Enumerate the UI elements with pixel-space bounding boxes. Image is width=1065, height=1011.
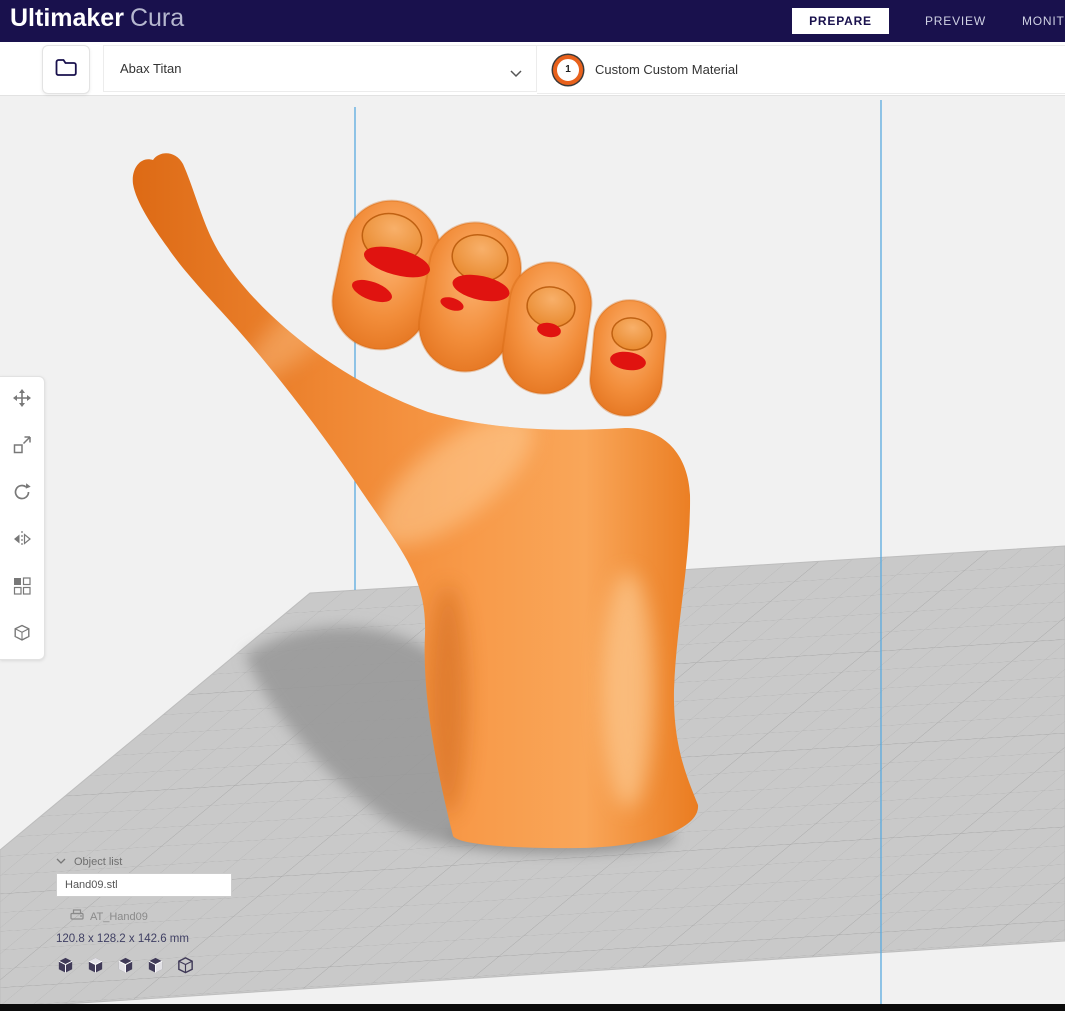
brand-ultimaker: Ultimaker <box>10 4 124 32</box>
scale-icon <box>12 435 32 460</box>
tab-prepare[interactable]: PREPARE <box>792 8 889 34</box>
chevron-down-icon <box>56 856 66 868</box>
model-icons-row <box>56 956 266 980</box>
cube-right-icon[interactable] <box>146 956 165 980</box>
cura-window: UltimakerCura PREPARE PREVIEW MONITOR Ab… <box>0 0 1065 1011</box>
extruder-number: 1 <box>565 64 571 75</box>
assigned-printer-label: AT_Hand09 <box>90 910 148 923</box>
tab-preview[interactable]: PREVIEW <box>925 14 986 28</box>
open-file-button[interactable] <box>42 45 90 94</box>
scale-tool-button[interactable] <box>0 424 44 471</box>
material-name: Custom Custom Material <box>595 62 739 77</box>
object-list-title: Object list <box>74 856 123 868</box>
bottom-bar <box>0 1004 1065 1011</box>
rotate-tool-button[interactable] <box>0 471 44 518</box>
mirror-tool-button[interactable] <box>0 518 44 565</box>
support-blocker-icon <box>12 623 32 648</box>
move-tool-button[interactable] <box>0 377 44 424</box>
app-logo: Ultimaker Cura <box>10 4 184 33</box>
brand-cura: Cura <box>129 4 185 32</box>
cube-outline-icon[interactable] <box>176 956 195 980</box>
object-list-panel: Object list AT_Hand09 120.8 x 128.2 x 14… <box>56 856 266 980</box>
printer-selector[interactable]: Abax Titan <box>103 45 537 92</box>
app-header: UltimakerCura PREPARE PREVIEW MONITOR <box>0 0 1065 42</box>
object-list-toggle[interactable]: Object list <box>56 856 266 868</box>
material-selector[interactable]: 1 Custom Custom Material <box>537 45 1065 94</box>
folder-icon <box>55 58 77 82</box>
tab-monitor[interactable]: MONITOR <box>1022 14 1065 28</box>
per-model-settings-button[interactable] <box>0 565 44 612</box>
tool-panel <box>0 376 45 660</box>
cube-top-icon[interactable] <box>86 956 105 980</box>
assigned-printer-row: AT_Hand09 <box>70 909 266 924</box>
move-icon <box>12 388 32 413</box>
support-blocker-button[interactable] <box>0 612 44 659</box>
printer-name: Abax Titan <box>120 61 182 76</box>
cube-left-icon[interactable] <box>116 956 135 980</box>
mirror-icon <box>12 529 32 554</box>
model-dimensions: 120.8 x 128.2 x 142.6 mm <box>56 933 189 945</box>
object-name-field[interactable] <box>56 873 232 897</box>
extruder-1-icon: 1 <box>553 54 583 85</box>
rotate-icon <box>12 482 32 507</box>
printer-icon <box>70 909 84 924</box>
chevron-down-icon <box>510 66 522 81</box>
stage-menu: PREPARE PREVIEW MONITOR <box>792 0 1065 42</box>
cube-solid-icon[interactable] <box>56 956 75 980</box>
per-model-settings-icon <box>12 576 32 601</box>
